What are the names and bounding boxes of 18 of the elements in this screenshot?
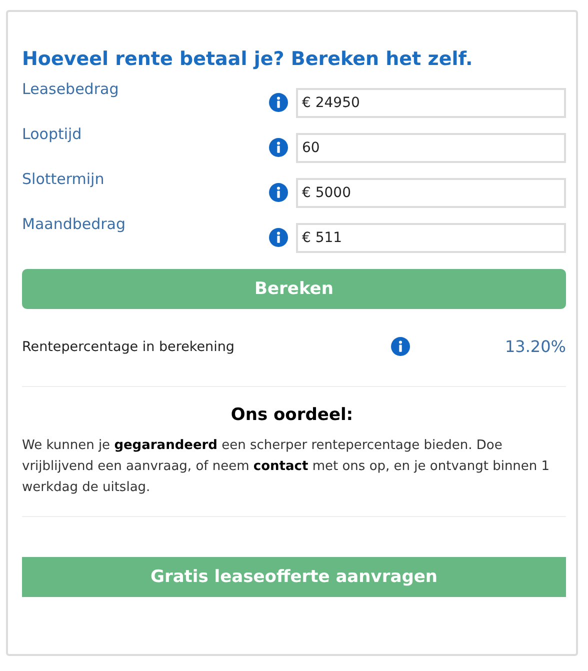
info-icon[interactable] (268, 183, 288, 202)
result-label: Rentepercentage in berekening (22, 338, 236, 354)
info-icon[interactable] (268, 228, 288, 247)
info-icon[interactable] (390, 337, 410, 356)
field-label: Leasebedrag (22, 80, 120, 98)
verdict-text: We kunnen je gegarandeerd een scherper rentepercentage bieden. Doe vrijblijvend een aanvraag, of neem contact met ons op, en je ontvangt binnen 1 werkdag de uitslag. (22, 437, 551, 497)
input-field[interactable]: € 5000 (296, 178, 566, 208)
info-icon[interactable] (268, 93, 288, 112)
field-label: Slottermijn (22, 170, 106, 188)
input-field[interactable]: 60 (296, 132, 566, 162)
verdict-heading: Ons oordeel: (230, 405, 354, 425)
result-value: 13.20% (504, 337, 566, 356)
field-label: Looptijd (22, 125, 83, 143)
input-field[interactable]: € 511 (296, 222, 566, 252)
calculator-title: Hoeveel rente betaal je? Bereken het zelf. (22, 48, 474, 70)
info-icon[interactable] (268, 138, 288, 157)
input-field[interactable]: € 24950 (296, 88, 566, 118)
field-label: Maandbedrag (22, 215, 127, 233)
